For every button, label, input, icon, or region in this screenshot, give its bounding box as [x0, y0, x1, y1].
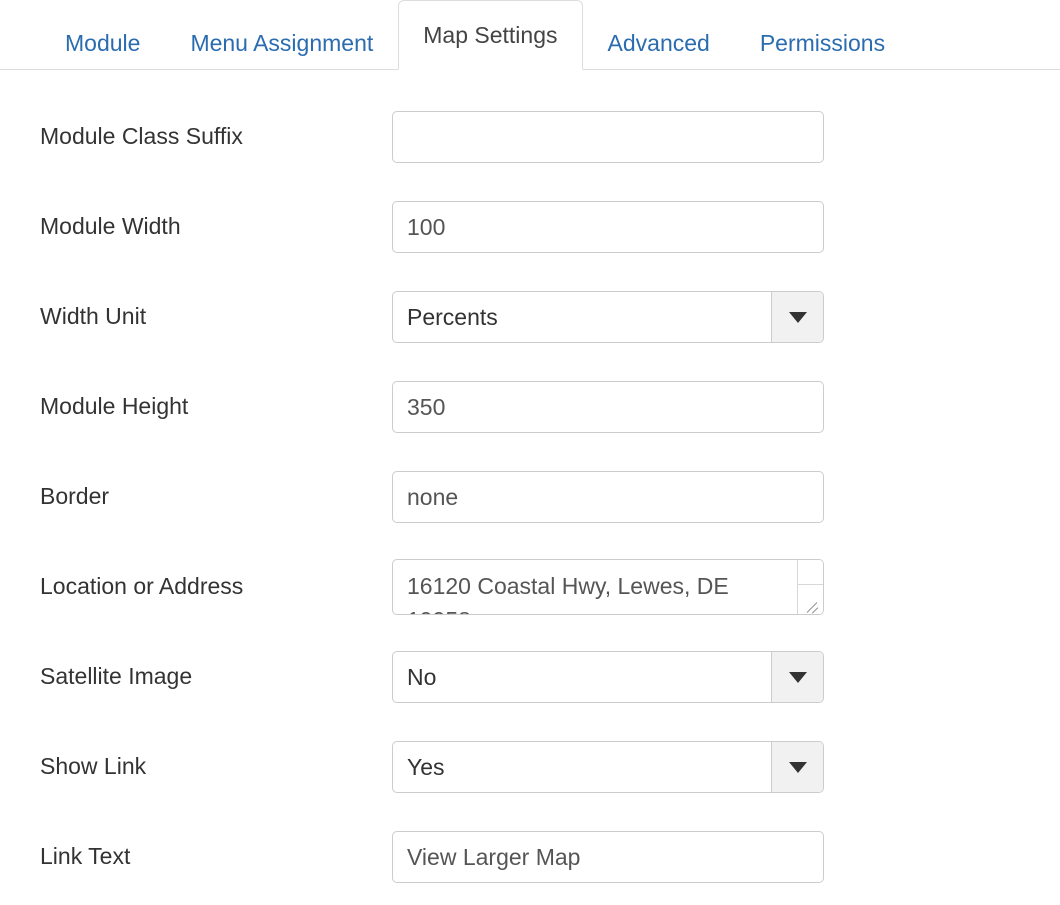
control-width-unit: Percents [392, 291, 824, 343]
control-module-width: 100 [392, 201, 824, 253]
control-satellite-image: No [392, 651, 824, 703]
label-satellite-image: Satellite Image [0, 663, 392, 691]
label-width-unit: Width Unit [0, 303, 392, 331]
input-value-link-text: View Larger Map [407, 832, 580, 882]
form-row-show-link: Show LinkYes [0, 722, 1060, 812]
form-row-module-class-suffix: Module Class Suffix [0, 92, 1060, 182]
label-link-text: Link Text [0, 843, 392, 871]
label-module-height: Module Height [0, 393, 392, 421]
select-value-width-unit[interactable]: Percents [393, 292, 771, 342]
input-value-module-width: 100 [407, 202, 445, 252]
control-module-class-suffix [392, 111, 824, 163]
label-module-class-suffix: Module Class Suffix [0, 123, 392, 151]
tab-advanced[interactable]: Advanced [583, 16, 735, 70]
textarea-location-or-address[interactable]: 16120 Coastal Hwy, Lewes, DE 19958 [392, 559, 824, 615]
map-settings-form: Module Class Suffix Module Width 100 Width … [0, 70, 1060, 902]
input-value-module-height: 350 [407, 382, 445, 432]
select-satellite-image[interactable]: No [392, 651, 824, 703]
input-module-width[interactable]: 100 [392, 201, 824, 253]
form-row-border: Border none [0, 452, 1060, 542]
select-value-satellite-image[interactable]: No [393, 652, 771, 702]
select-show-link[interactable]: Yes [392, 741, 824, 793]
input-module-class-suffix[interactable] [392, 111, 824, 163]
input-value-border: none [407, 472, 458, 522]
input-link-text[interactable]: View Larger Map [392, 831, 824, 883]
form-row-location-or-address: Location or Address16120 Coastal Hwy, Le… [0, 542, 1060, 632]
textarea-scrollbar-divider [797, 584, 823, 585]
chevron-down-icon[interactable] [771, 652, 823, 702]
caret-glyph [789, 312, 807, 323]
label-border: Border [0, 483, 392, 511]
textarea-value-location-or-address[interactable]: 16120 Coastal Hwy, Lewes, DE 19958 [393, 560, 793, 615]
form-row-module-width: Module Width 100 [0, 182, 1060, 272]
label-location-or-address: Location or Address [0, 573, 392, 601]
form-row-link-text: Link Text View Larger Map [0, 812, 1060, 902]
control-link-text: View Larger Map [392, 831, 824, 883]
tab-bar: ModuleMenu AssignmentMap SettingsAdvance… [0, 0, 1060, 70]
control-show-link: Yes [392, 741, 824, 793]
control-border: none [392, 471, 824, 523]
label-show-link: Show Link [0, 753, 392, 781]
select-width-unit[interactable]: Percents [392, 291, 824, 343]
input-border[interactable]: none [392, 471, 824, 523]
control-location-or-address: 16120 Coastal Hwy, Lewes, DE 19958 [392, 559, 824, 615]
chevron-down-icon[interactable] [771, 292, 823, 342]
select-value-show-link[interactable]: Yes [393, 742, 771, 792]
resize-grip-icon[interactable] [802, 594, 820, 612]
form-row-module-height: Module Height 350 [0, 362, 1060, 452]
tab-map-settings[interactable]: Map Settings [398, 0, 582, 70]
form-row-width-unit: Width UnitPercents [0, 272, 1060, 362]
form-row-satellite-image: Satellite ImageNo [0, 632, 1060, 722]
chevron-down-icon[interactable] [771, 742, 823, 792]
input-module-height[interactable]: 350 [392, 381, 824, 433]
caret-glyph [789, 672, 807, 683]
tab-menu-assignment[interactable]: Menu Assignment [165, 16, 398, 70]
tab-module[interactable]: Module [40, 16, 165, 70]
tab-permissions[interactable]: Permissions [735, 16, 910, 70]
label-module-width: Module Width [0, 213, 392, 241]
tab-list: ModuleMenu AssignmentMap SettingsAdvance… [0, 0, 910, 70]
control-module-height: 350 [392, 381, 824, 433]
caret-glyph [789, 762, 807, 773]
